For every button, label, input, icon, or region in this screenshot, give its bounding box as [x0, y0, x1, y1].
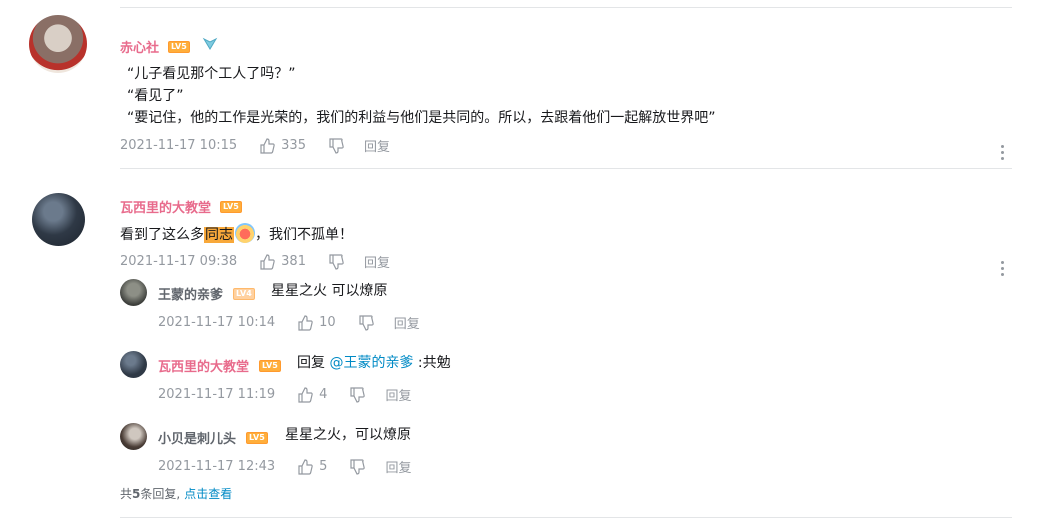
username[interactable]: 赤心社 — [120, 37, 159, 56]
comment-meta: 2021-11-17 09:38 381 回复 — [120, 252, 390, 271]
reply-count-summary: 共5条回复, 点击查看 — [120, 485, 232, 502]
highlight-keyword[interactable]: 同志 — [204, 227, 234, 243]
username[interactable]: 瓦西里的大教堂 — [120, 197, 211, 216]
thumbs-down-icon — [350, 458, 366, 475]
level-badge: LV5 — [220, 201, 242, 213]
dislike-button[interactable] — [328, 253, 344, 270]
like-button[interactable]: 335 — [259, 137, 306, 154]
timestamp: 2021-11-17 11:19 — [158, 387, 276, 402]
reply-avatar[interactable] — [120, 423, 147, 450]
thumbs-up-icon — [298, 458, 313, 475]
like-count: 5 — [319, 459, 328, 474]
mention-link[interactable]: @王蒙的亲爹 — [329, 355, 413, 371]
like-count: 10 — [319, 315, 336, 330]
timestamp: 2021-11-17 12:43 — [158, 459, 276, 474]
reply-button[interactable]: 回复 — [364, 136, 390, 155]
reply-button[interactable]: 回复 — [394, 313, 420, 332]
reply-username[interactable]: 小贝是刺儿头 — [158, 428, 236, 447]
comment-text-before: 看到了这么多 — [120, 227, 204, 243]
level-badge: LV5 — [168, 41, 190, 53]
dislike-button[interactable] — [349, 386, 366, 403]
like-button[interactable]: 4 — [297, 386, 328, 403]
comment-text-after: ，我们不孤单！ — [255, 227, 353, 243]
timestamp: 2021-11-17 10:14 — [158, 315, 276, 330]
like-count: 381 — [281, 254, 306, 269]
reply-button[interactable]: 回复 — [385, 385, 411, 404]
timestamp: 2021-11-17 10:15 — [120, 138, 238, 153]
reply-avatar[interactable] — [120, 351, 147, 378]
like-button[interactable]: 10 — [297, 314, 336, 331]
reply-meta: 2021-11-17 12:43 5 回复 — [158, 457, 411, 476]
reply-text: 回复 @王蒙的亲爹 :共勉 — [297, 352, 451, 374]
reply-meta: 2021-11-17 11:19 4 回复 — [158, 385, 411, 404]
reply-button[interactable]: 回复 — [364, 252, 390, 271]
thumbs-down-icon — [359, 314, 374, 331]
comment-meta: 2021-11-17 10:15 335 回复 — [120, 136, 390, 155]
reply-content: :共勉 — [417, 355, 451, 371]
top-divider — [120, 7, 1012, 8]
reply-avatar[interactable] — [120, 279, 147, 306]
thumbs-up-icon — [298, 386, 313, 403]
reply-meta: 2021-11-17 10:14 10 回复 — [158, 313, 420, 332]
thumbs-down-icon — [350, 386, 366, 403]
thumbs-down-icon — [329, 253, 344, 270]
crying-emoji-icon — [235, 223, 255, 243]
comment-text: 看到了这么多同志 ，我们不孤单！ — [120, 223, 353, 246]
total-prefix: 共 — [120, 487, 133, 501]
thumbs-up-icon — [298, 314, 313, 331]
reply-username[interactable]: 瓦西里的大教堂 — [158, 356, 249, 375]
avatar[interactable] — [29, 15, 87, 73]
timestamp: 2021-11-17 09:38 — [120, 254, 238, 269]
thumbs-down-icon — [329, 137, 344, 154]
comment-divider — [120, 168, 1012, 169]
reply-text: 星星之火，可以燎原 — [285, 427, 411, 443]
thumbs-up-icon — [260, 253, 275, 270]
level-badge: LV5 — [259, 360, 281, 372]
like-button[interactable]: 381 — [259, 253, 306, 270]
dislike-button[interactable] — [358, 314, 374, 331]
more-vertical-icon[interactable] — [1001, 145, 1005, 163]
thumbs-up-icon — [260, 137, 275, 154]
like-count: 335 — [281, 138, 306, 153]
dislike-button[interactable] — [328, 137, 344, 154]
like-button[interactable]: 5 — [297, 458, 328, 475]
vip-badge-icon — [202, 36, 218, 56]
bottom-divider — [120, 517, 1012, 518]
reply-prefix: 回复 — [297, 355, 325, 371]
avatar[interactable] — [32, 193, 85, 246]
comment-text-line: “看见了” — [127, 88, 184, 104]
level-badge: LV5 — [246, 432, 268, 444]
view-more-link[interactable]: 点击查看 — [184, 487, 232, 501]
level-badge: LV4 — [233, 288, 255, 300]
comment-text-line: “儿子看见那个工人了吗？” — [127, 66, 296, 82]
comment-text-line: “要记住，他的工作是光荣的，我们的利益与他们是共同的。所以，去跟着他们一起解放世… — [127, 110, 716, 126]
more-vertical-icon[interactable] — [1001, 261, 1005, 279]
dislike-button[interactable] — [349, 458, 366, 475]
total-suffix: 条回复, — [140, 487, 181, 501]
reply-button[interactable]: 回复 — [385, 457, 411, 476]
reply-text: 星星之火 可以燎原 — [271, 283, 388, 299]
like-count: 4 — [319, 387, 328, 402]
reply-username[interactable]: 王蒙的亲爹 — [158, 284, 223, 303]
